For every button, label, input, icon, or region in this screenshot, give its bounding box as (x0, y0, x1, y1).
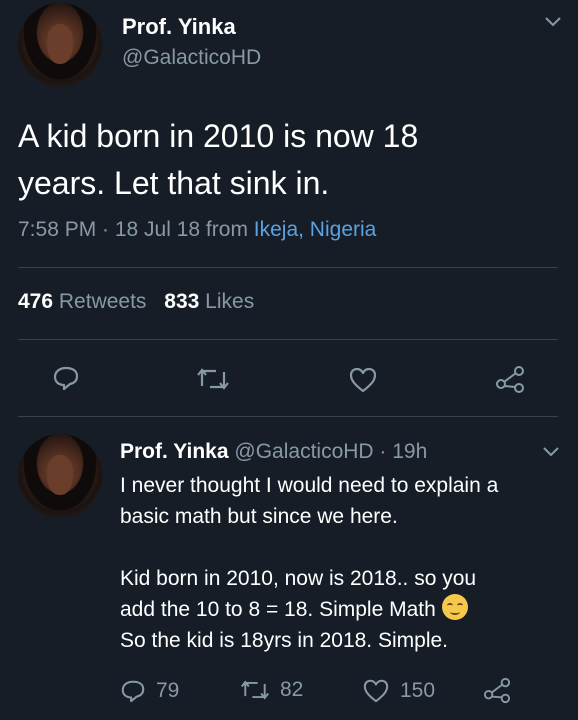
likes-count: 833 (164, 290, 200, 313)
avatar[interactable] (18, 3, 102, 87)
heart-icon (362, 678, 390, 704)
divider (18, 339, 558, 340)
share-icon[interactable] (482, 676, 512, 704)
timestamp: 7:58 PM · 18 Jul 18 from (18, 218, 248, 241)
author-name[interactable]: Prof. Yinka (120, 440, 229, 463)
reply-text-line: I never thought I would need to explain … (120, 474, 499, 497)
retweets-label: Retweets (58, 290, 147, 313)
author-handle[interactable]: @GalacticoHD (234, 440, 373, 463)
retweets-count: 476 (18, 290, 54, 313)
reply-text: I never thought I would need to explain … (120, 470, 570, 656)
like-action[interactable]: 150 (362, 678, 435, 704)
likes-stat[interactable]: 833 Likes (164, 290, 254, 313)
tweet-meta: 7:58 PM · 18 Jul 18 from Ikeja, Nigeria (18, 218, 376, 242)
tweet-time[interactable]: · 19h (379, 440, 427, 463)
chevron-down-icon[interactable] (542, 446, 560, 458)
retweet-count: 82 (280, 678, 304, 701)
chevron-down-icon[interactable] (544, 16, 562, 28)
retweets-stat[interactable]: 476 Retweets (18, 290, 152, 313)
author-handle[interactable]: @GalacticoHD (122, 46, 261, 70)
retweet-icon (240, 678, 270, 702)
share-icon[interactable] (494, 364, 526, 394)
avatar[interactable] (18, 434, 102, 518)
like-count: 150 (400, 679, 436, 702)
divider (18, 416, 558, 417)
tweet-text-line: years. Let that sink in. (18, 165, 330, 201)
reply-count: 79 (156, 679, 180, 702)
engagement-stats: 476 Retweets 833 Likes (18, 290, 254, 314)
reply-text-line: add the 10 to 8 = 18. Simple Math (120, 598, 436, 621)
reply-text-line: Kid born in 2010, now is 2018.. so you (120, 567, 477, 590)
divider (18, 267, 558, 268)
reply-text-line: basic math but since we here. (120, 505, 398, 528)
retweet-icon[interactable] (196, 366, 230, 392)
retweet-action[interactable]: 82 (240, 678, 303, 702)
reply-text-line: So the kid is 18yrs in 2018. Simple. (120, 629, 449, 652)
reply-header: Prof. Yinka @GalacticoHD · 19h (120, 440, 427, 464)
reply-action[interactable]: 79 (120, 678, 179, 704)
reply-icon[interactable] (52, 364, 80, 392)
location-link[interactable]: Ikeja, Nigeria (254, 218, 377, 241)
likes-label: Likes (205, 290, 255, 313)
reply-icon (120, 678, 146, 704)
author-name[interactable]: Prof. Yinka (122, 14, 236, 40)
reply-text-line-with-emoji: add the 10 to 8 = 18. Simple Math (120, 594, 570, 625)
relieved-face-emoji (441, 594, 468, 620)
heart-icon[interactable] (348, 366, 378, 394)
tweet-text-line: A kid born in 2010 is now 18 (18, 118, 419, 154)
